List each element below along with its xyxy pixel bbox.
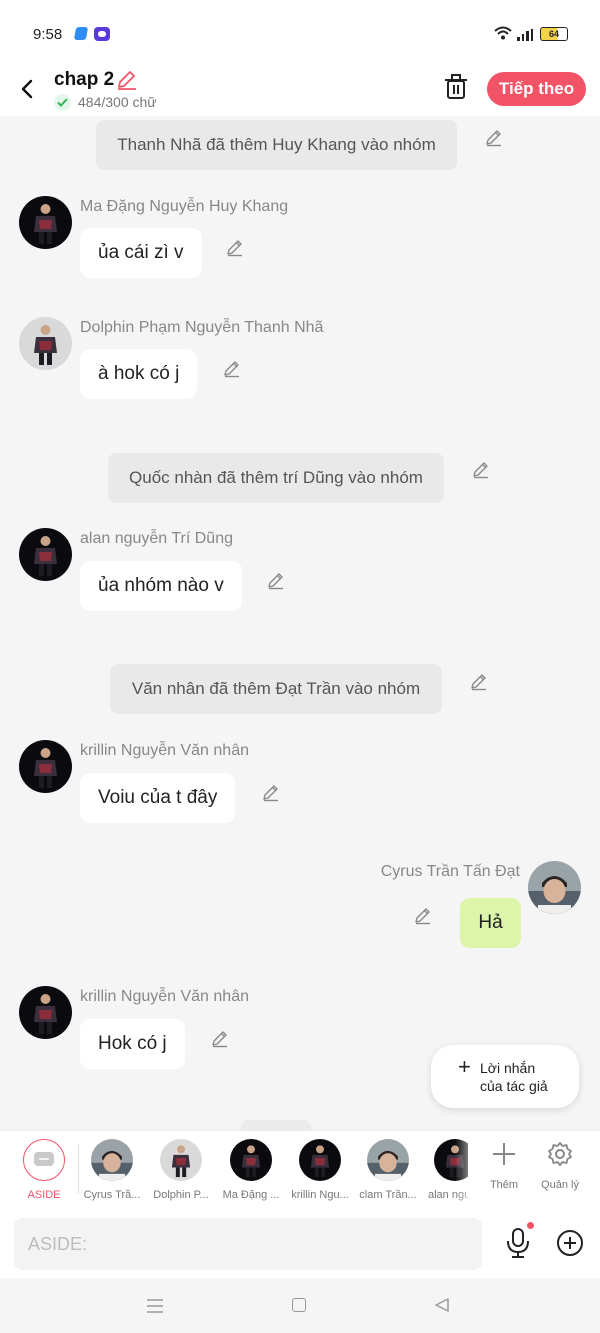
- notification-app-icon: [73, 27, 89, 40]
- gear-icon: [548, 1142, 572, 1166]
- plus-icon: [493, 1143, 515, 1165]
- menu-icon[interactable]: [146, 1298, 164, 1314]
- message-sender: krillin Nguyễn Văn nhân: [80, 988, 249, 1005]
- message-bubble[interactable]: Hok có j: [80, 1019, 185, 1069]
- notification-dot: [527, 1222, 534, 1229]
- chapter-title[interactable]: chap 2: [54, 69, 114, 91]
- avatar: [160, 1139, 202, 1181]
- edit-title-pencil-icon[interactable]: [116, 68, 138, 90]
- chat-area[interactable]: Thanh Nhã đã thêm Huy Khang vào nhóm Ma …: [0, 116, 600, 1130]
- add-character-button[interactable]: Thêm: [480, 1137, 528, 1195]
- character-dolphin[interactable]: Dolphin P...: [146, 1139, 216, 1201]
- home-icon[interactable]: [292, 1298, 306, 1312]
- wifi-icon: [494, 26, 512, 40]
- pencil-icon[interactable]: [413, 905, 433, 925]
- avatar: [91, 1139, 133, 1181]
- add-circle-icon[interactable]: [556, 1229, 584, 1257]
- message-sender: alan nguyễn Trí Dũng: [80, 530, 233, 547]
- plus-icon: +: [458, 1054, 471, 1079]
- message-input[interactable]: [14, 1218, 482, 1270]
- my-message-bubble[interactable]: Hả: [460, 898, 521, 948]
- character-divider: [78, 1144, 79, 1194]
- manage-button[interactable]: Quản lý: [536, 1137, 584, 1195]
- input-bar: [0, 1210, 600, 1278]
- message-sender: Dolphin Phạm Nguyễn Thanh Nhã: [80, 319, 324, 336]
- add-label: Thêm: [489, 1179, 519, 1191]
- avatar[interactable]: [19, 317, 72, 370]
- system-message: Văn nhân đã thêm Đạt Trần vào nhóm: [110, 664, 442, 714]
- aside-chat-icon: [23, 1139, 65, 1181]
- avatar[interactable]: [19, 740, 72, 793]
- message-bubble[interactable]: ủa cái zì v: [80, 228, 202, 278]
- message-bubble[interactable]: Voiu của t đây: [80, 773, 236, 823]
- back-arrow-icon[interactable]: [16, 74, 40, 104]
- trash-icon[interactable]: [444, 74, 468, 100]
- notification-chat-icon: [94, 27, 110, 41]
- avatar[interactable]: [19, 196, 72, 249]
- character-name: Cyrus Trầ...: [83, 1189, 141, 1201]
- pencil-icon[interactable]: [225, 237, 245, 257]
- pencil-icon[interactable]: [266, 570, 286, 590]
- system-nav-bar: [0, 1278, 600, 1333]
- message-sender: Ma Đặng Nguyễn Huy Khang: [80, 198, 289, 215]
- status-bar: 9:58 64: [0, 0, 600, 66]
- battery-icon: 64: [540, 27, 568, 41]
- avatar: [367, 1139, 409, 1181]
- author-note-label: của tác giả: [480, 1078, 548, 1094]
- chapter-header: chap 2 484/300 chữ Tiếp theo: [0, 66, 600, 116]
- avatar: [230, 1139, 272, 1181]
- character-ma-dang[interactable]: Ma Đặng ...: [216, 1139, 286, 1201]
- nav-back-icon[interactable]: [434, 1297, 450, 1313]
- message-bubble[interactable]: à hok có j: [80, 349, 198, 399]
- pencil-icon[interactable]: [261, 782, 281, 802]
- character-krillin[interactable]: krillin Ngu...: [285, 1139, 355, 1201]
- system-message: Thanh Nhã đã thêm Huy Khang vào nhóm: [96, 120, 457, 170]
- character-cyrus[interactable]: Cyrus Trầ...: [77, 1139, 147, 1201]
- avatar[interactable]: [19, 986, 72, 1039]
- signal-icon: [517, 29, 533, 41]
- author-note-label: Lời nhắn: [480, 1060, 536, 1076]
- avatar[interactable]: [19, 528, 72, 581]
- system-message-partial: [241, 1120, 311, 1130]
- pencil-icon[interactable]: [210, 1028, 230, 1048]
- status-time: 9:58: [33, 26, 63, 43]
- character-name: krillin Ngu...: [291, 1189, 349, 1201]
- manage-label: Quản lý: [541, 1179, 579, 1191]
- avatar: [299, 1139, 341, 1181]
- pencil-icon[interactable]: [469, 671, 489, 691]
- microphone-icon[interactable]: [504, 1226, 532, 1260]
- message-bubble[interactable]: ủa nhóm nào v: [80, 561, 242, 611]
- scroll-fade: [455, 1132, 483, 1208]
- system-message: Quốc nhàn đã thêm trí Dũng vào nhóm: [108, 453, 444, 503]
- character-aside[interactable]: ASIDE: [9, 1139, 79, 1201]
- character-clam[interactable]: clam Trần...: [353, 1139, 423, 1201]
- word-count: 484/300 chữ: [78, 94, 157, 110]
- check-icon: [54, 94, 71, 111]
- character-name: Ma Đặng ...: [222, 1189, 280, 1201]
- pencil-icon[interactable]: [222, 358, 242, 378]
- pencil-icon[interactable]: [484, 127, 504, 147]
- message-sender: krillin Nguyễn Văn nhân: [80, 742, 249, 759]
- avatar[interactable]: [528, 861, 581, 914]
- character-name: ASIDE: [27, 1189, 61, 1201]
- pencil-icon[interactable]: [471, 459, 491, 479]
- message-sender: Cyrus Trần Tấn Đạt: [380, 863, 520, 880]
- next-button[interactable]: Tiếp theo: [487, 72, 586, 106]
- character-name: clam Trần...: [359, 1189, 417, 1201]
- author-note-button[interactable]: + Lời nhắn của tác giả: [431, 1045, 579, 1108]
- character-name: Dolphin P...: [153, 1189, 209, 1201]
